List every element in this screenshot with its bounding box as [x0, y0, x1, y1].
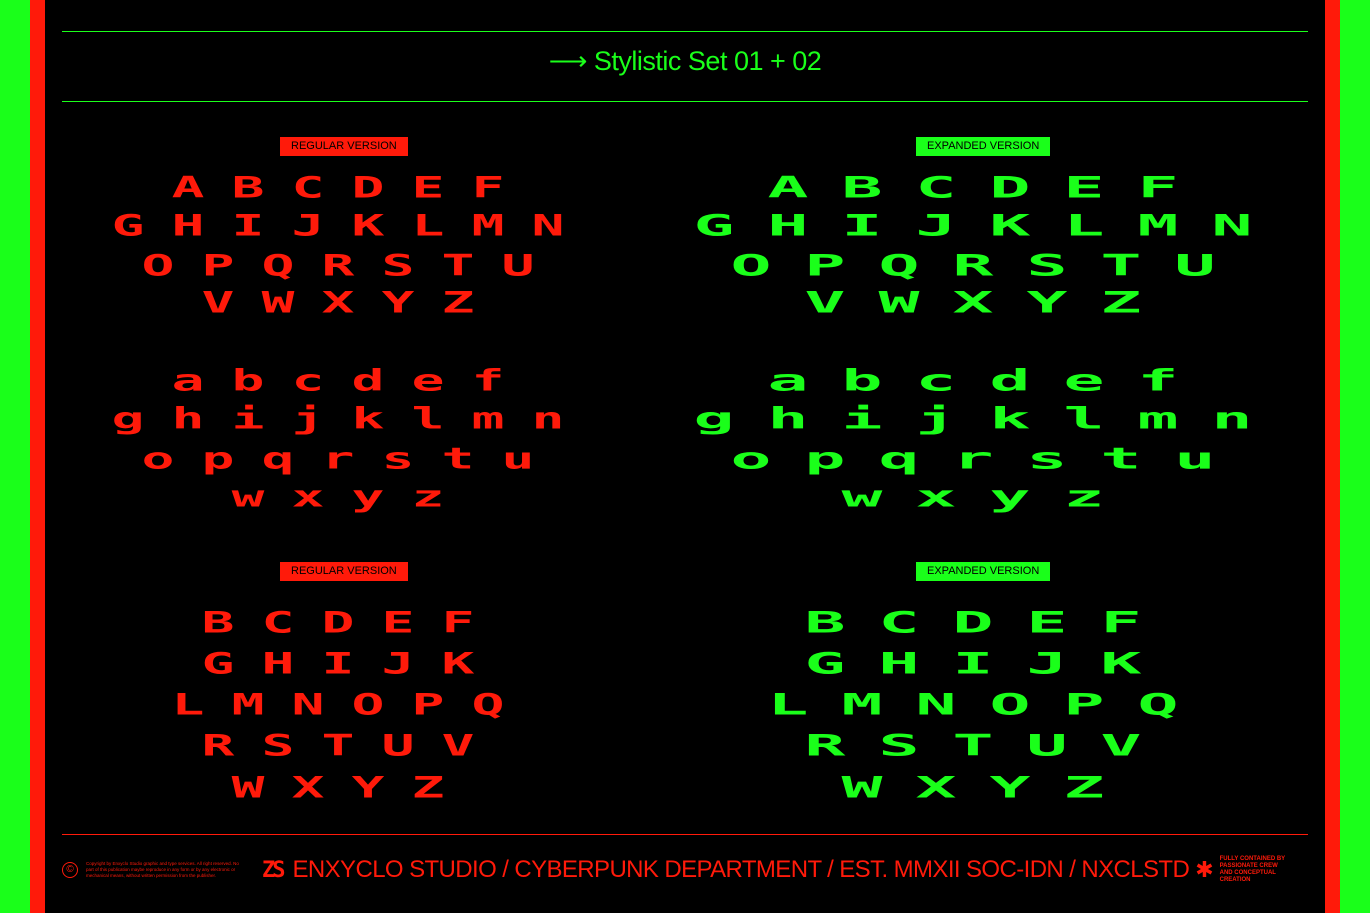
- expanded-glyph-row: opqrstu: [714, 444, 1232, 474]
- expanded-glyph-row: GHIJK: [788, 649, 1158, 679]
- studio-logo: ZS: [262, 857, 285, 883]
- glyph: f: [1137, 364, 1179, 398]
- regular-glyph-row: OPQRSTU: [128, 251, 548, 281]
- regular-glyph-row: wxyz: [218, 482, 458, 512]
- glyph: Z: [1100, 286, 1142, 320]
- glyph: F: [1137, 171, 1179, 205]
- glyph: n: [531, 402, 565, 436]
- glyph: Q: [471, 688, 505, 722]
- asterisk-icon: ✱: [1195, 857, 1214, 882]
- glyph: K: [441, 647, 475, 681]
- expanded-glyph-row: WXYZ: [825, 773, 1121, 803]
- copyright-text: Copyright by Enxyclo Studio graphic and …: [86, 861, 239, 878]
- regular-glyph-row: abcdef: [158, 366, 518, 396]
- glyph: u: [1174, 442, 1216, 476]
- glyph: V: [1100, 729, 1142, 763]
- regular-glyph-row: WXYZ: [218, 773, 458, 803]
- expanded-glyph-row: GHIJKLMN: [677, 211, 1269, 241]
- regular-glyph-row: BCDEF: [188, 608, 488, 638]
- expanded-version-badge: EXPANDED VERSION: [916, 562, 1051, 581]
- page-title: ⟶ Stylistic Set 01 + 02: [548, 46, 822, 76]
- regular-glyph-row: VWXYZ: [188, 288, 488, 318]
- footer-main-text: ENXYCLO STUDIO / CYBERPUNK DEPARTMENT / …: [292, 856, 1190, 883]
- regular-glyph-row: ABCDEF: [158, 173, 518, 203]
- glyph: z: [1063, 480, 1105, 514]
- regular-glyph-row: opqrstu: [128, 444, 548, 474]
- glyph: N: [531, 209, 565, 243]
- copyright-icon: ©: [62, 862, 78, 878]
- regular-version-badge: REGULAR VERSION: [280, 137, 408, 156]
- expanded-glyph-row: ABCDEF: [751, 173, 1195, 203]
- regular-version-badge: REGULAR VERSION: [280, 562, 408, 581]
- glyph: Z: [1063, 771, 1105, 805]
- regular-glyph-row: ghijklmn: [98, 404, 578, 434]
- glyph: Z: [411, 771, 445, 805]
- expanded-glyph-row: OPQRSTU: [714, 251, 1232, 281]
- footer-rule: [62, 834, 1308, 835]
- regular-glyph-row: RSTUV: [188, 731, 488, 761]
- regular-glyph-row: GHIJK: [188, 649, 488, 679]
- glyph: U: [501, 249, 535, 283]
- glyph: Q: [1137, 688, 1179, 722]
- right-green-border: [1340, 0, 1370, 913]
- glyph: F: [471, 171, 505, 205]
- expanded-glyph-row: ghijklmn: [677, 404, 1269, 434]
- glyph: V: [441, 729, 475, 763]
- left-green-border: [0, 0, 30, 913]
- footer-tagline: FULLY CONTAINED BY PASSIONATE CREW AND C…: [1219, 856, 1286, 883]
- expanded-glyph-row: BCDEF: [788, 608, 1158, 638]
- right-red-border: [1325, 0, 1340, 913]
- glyph: F: [441, 606, 475, 640]
- glyph: F: [1100, 606, 1142, 640]
- glyph: N: [1211, 209, 1253, 243]
- glyph: z: [411, 480, 445, 514]
- regular-glyph-row: LMNOPQ: [158, 690, 518, 720]
- expanded-glyph-row: abcdef: [751, 366, 1195, 396]
- expanded-glyph-row: wxyz: [825, 482, 1121, 512]
- expanded-glyph-row: LMNOPQ: [751, 690, 1195, 720]
- glyph: Z: [441, 286, 475, 320]
- glyph: f: [471, 364, 505, 398]
- left-red-border: [30, 0, 45, 913]
- glyph: u: [501, 442, 535, 476]
- title-rule: [62, 101, 1308, 102]
- expanded-glyph-row: RSTUV: [788, 731, 1158, 761]
- expanded-glyph-row: VWXYZ: [788, 288, 1158, 318]
- glyph: n: [1211, 402, 1253, 436]
- glyph: K: [1100, 647, 1142, 681]
- footer: © Copyright by Enxyclo Studio graphic an…: [62, 856, 1308, 884]
- glyph: U: [1174, 249, 1216, 283]
- regular-glyph-row: GHIJKLMN: [98, 211, 578, 241]
- expanded-version-badge: EXPANDED VERSION: [916, 137, 1051, 156]
- top-rule: [62, 31, 1308, 32]
